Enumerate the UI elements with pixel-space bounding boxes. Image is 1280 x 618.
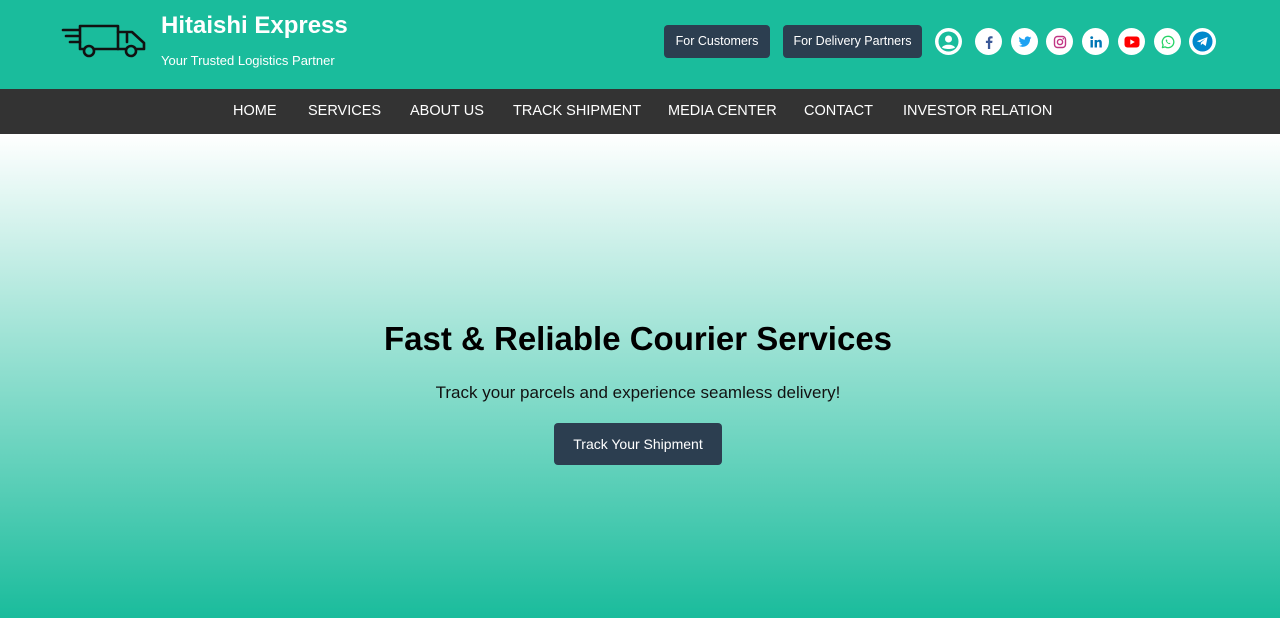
nav-item-home[interactable]: HOME	[233, 89, 277, 134]
brand-tagline: Your Trusted Logistics Partner	[161, 53, 335, 68]
telegram-icon[interactable]	[1189, 28, 1216, 55]
whatsapp-icon[interactable]	[1154, 28, 1181, 55]
nav-item-track-shipment[interactable]: TRACK SHIPMENT	[513, 89, 641, 134]
facebook-icon[interactable]	[975, 28, 1002, 55]
youtube-icon[interactable]	[1118, 28, 1145, 55]
nav-item-investor-relation[interactable]: INVESTOR RELATION	[903, 89, 1052, 134]
instagram-icon[interactable]	[1046, 28, 1073, 55]
nav-item-media-center[interactable]: MEDIA CENTER	[668, 89, 777, 134]
twitter-icon[interactable]	[1011, 28, 1038, 55]
linkedin-icon[interactable]	[1082, 28, 1109, 55]
hero-title: Fast & Reliable Courier Services	[383, 320, 893, 357]
for-customers-button[interactable]: For Customers	[664, 25, 770, 58]
top-header: Hitaishi Express Your Trusted Logistics …	[0, 0, 1280, 89]
delivery-truck-icon[interactable]	[61, 18, 147, 58]
hero-subtitle: Track your parcels and experience seamle…	[435, 383, 841, 402]
nav-item-contact[interactable]: CONTACT	[804, 89, 873, 134]
for-delivery-partners-button[interactable]: For Delivery Partners	[783, 25, 922, 58]
user-icon[interactable]	[935, 28, 962, 55]
main-navbar: HOME SERVICES ABOUT US TRACK SHIPMENT ME…	[0, 89, 1280, 134]
nav-item-about-us[interactable]: ABOUT US	[410, 89, 484, 134]
track-your-shipment-button[interactable]: Track Your Shipment	[554, 423, 722, 465]
hero-section: Fast & Reliable Courier Services Track y…	[0, 134, 1280, 618]
nav-item-services[interactable]: SERVICES	[308, 89, 381, 134]
brand-title[interactable]: Hitaishi Express	[161, 12, 348, 40]
